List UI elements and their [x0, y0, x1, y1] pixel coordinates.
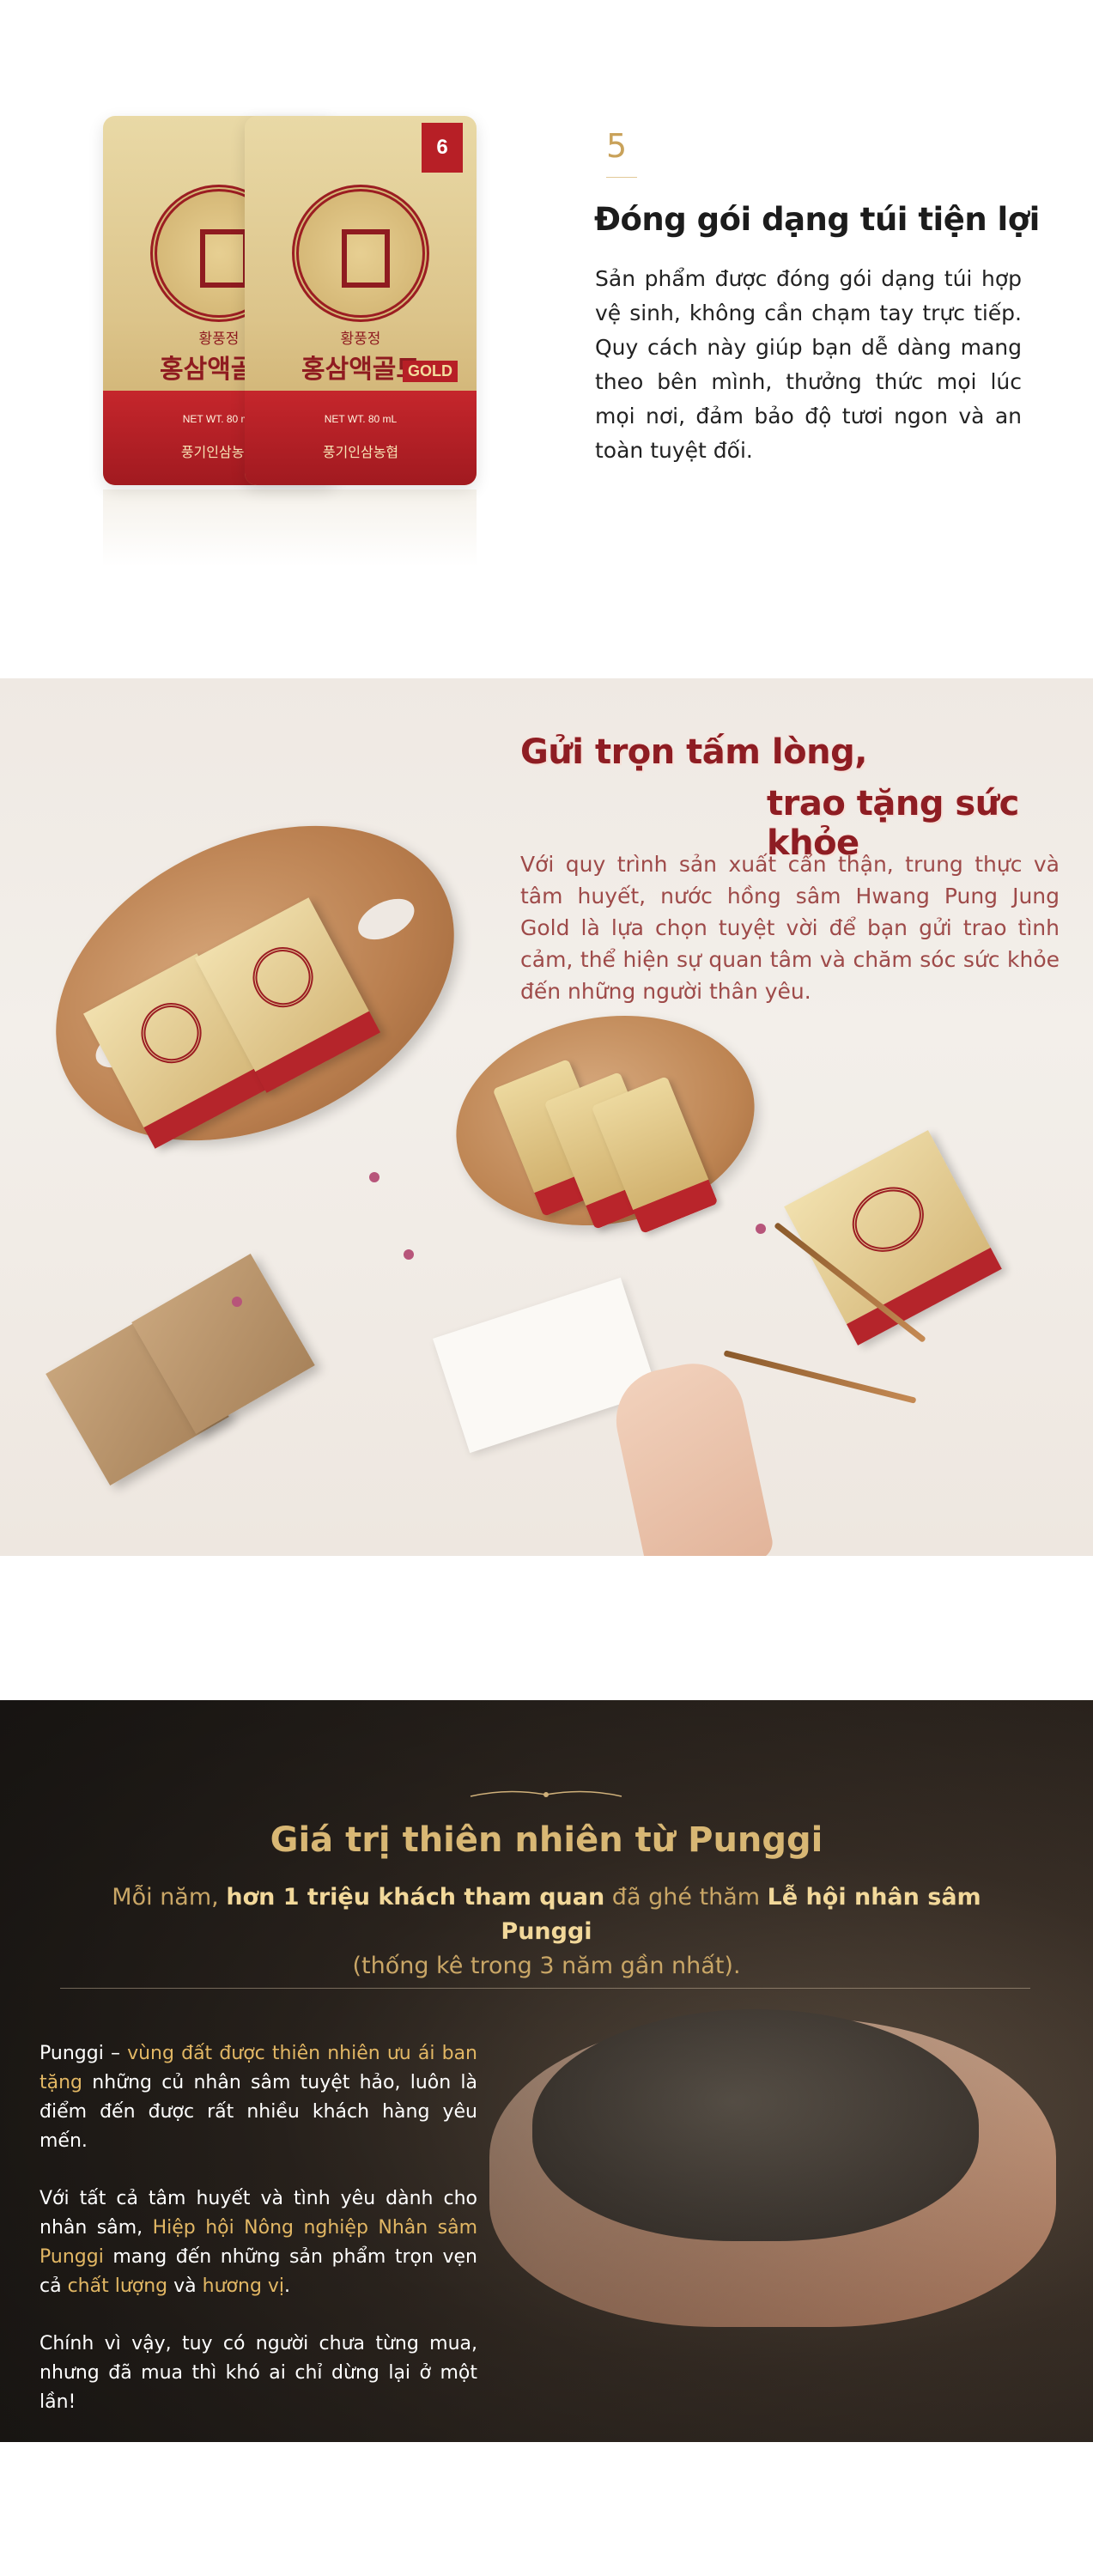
subtitle-highlight: hơn 1 triệu khách tham quan — [226, 1884, 605, 1911]
subtitle-text: Mỗi năm, — [112, 1884, 227, 1911]
product-pouch-image-front: 6 황풍정 홍삼액골드 GOLD NET WT. 80 mL 풍기인삼농협 — [245, 116, 477, 485]
step-number: 5 — [606, 127, 628, 165]
punggi-section: Giá trị thiên nhiên từ Punggi Mỗi năm, h… — [0, 1700, 1093, 2442]
step-divider — [606, 177, 637, 178]
paragraph-text: những củ nhân sâm tuyệt hảo, luôn là điể… — [39, 2072, 477, 2152]
paragraph-text: . — [284, 2275, 291, 2297]
section-divider — [60, 1988, 1030, 1989]
product-name-small: 황풍정 — [340, 331, 381, 348]
paragraph-text: Punggi – — [39, 2043, 128, 2064]
dried-flower — [369, 1172, 380, 1182]
punggi-subtitle: Mỗi năm, hơn 1 triệu khách tham quan đã … — [103, 1880, 990, 1984]
paragraph-highlight: hương vị — [202, 2275, 285, 2297]
pouch-title: Đóng gói dạng túi tiện lợi — [594, 201, 1040, 238]
gift-title-line-1: Gửi trọn tấm lòng, — [520, 732, 867, 772]
punggi-title: Giá trị thiên nhiên từ Punggi — [270, 1820, 823, 1860]
writing-hand — [606, 1354, 776, 1556]
dried-flower — [756, 1224, 766, 1234]
pouch-description: Sản phẩm được đóng gói dạng túi hợp vệ s… — [595, 266, 1022, 463]
paragraph-highlight: chất lượng — [67, 2275, 168, 2297]
net-weight-label: NET WT. 80 mL — [324, 413, 398, 425]
dried-flower — [232, 1297, 242, 1307]
punggi-paragraph-2: Với tất cả tâm huyết và tình yêu dành ch… — [39, 2184, 477, 2301]
punggi-paragraph-3: Chính vì vậy, tuy có người chưa từng mua… — [39, 2333, 477, 2413]
age-tag: 6 — [422, 123, 463, 173]
subtitle-note: (thống kê trong 3 năm gần nhất). — [352, 1953, 741, 1979]
dried-flower — [404, 1249, 414, 1260]
brand-label: 풍기인삼농협 — [322, 444, 399, 460]
tray-handle-hole — [351, 890, 422, 948]
gift-description: Với quy trình sản xuất cẩn thận, trung t… — [520, 852, 1060, 1004]
gold-label: GOLD — [403, 361, 458, 382]
medallion-emblem — [292, 185, 429, 322]
pouch-reflection — [103, 489, 477, 567]
gift-section: Gửi trọn tấm lòng, trao tặng sức khỏe Vớ… — [0, 678, 1093, 1556]
subtitle-text: đã ghé thăm — [604, 1884, 768, 1911]
ornament-divider-icon — [470, 1790, 622, 1797]
paragraph-text: và — [167, 2275, 203, 2297]
punggi-body: Punggi – vùng đất được thiên nhiên ưu ái… — [39, 2039, 477, 2442]
pouch-red-band — [245, 391, 477, 485]
pencil — [723, 1350, 917, 1404]
pouch-packaging-section: 6 황풍정 홍삼액골드 NET WT. 80 mL 풍기인삼농협 6 황풍정 홍… — [0, 0, 1093, 678]
punggi-paragraph-1: Punggi – vùng đất được thiên nhiên ưu ái… — [39, 2039, 477, 2156]
